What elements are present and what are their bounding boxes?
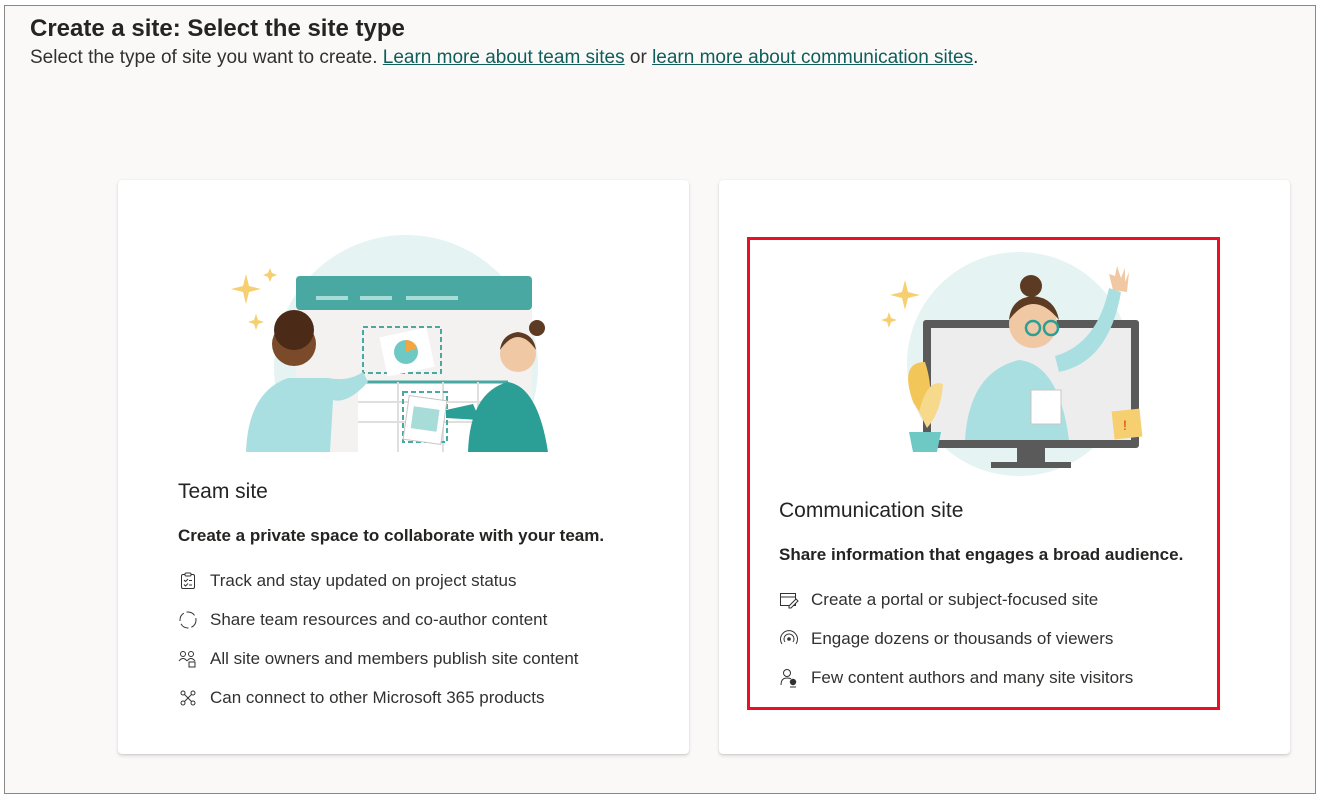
feature-item: Share team resources and co-author conte… (178, 600, 579, 639)
broadcast-icon (779, 629, 799, 649)
communication-site-features: Create a portal or subject-focused site … (779, 580, 1133, 697)
subtitle-or: or (624, 47, 653, 68)
learn-team-sites-link[interactable]: Learn more about team sites (383, 47, 625, 68)
feature-item: Engage dozens or thousands of viewers (779, 619, 1133, 658)
team-site-title: Team site (178, 480, 268, 503)
communication-site-title: Communication site (779, 499, 964, 522)
svg-text:!: ! (1123, 417, 1127, 433)
portal-edit-icon (779, 590, 799, 610)
communication-site-description: Share information that engages a broad a… (779, 545, 1184, 564)
page-title: Create a site: Select the site type (30, 15, 405, 42)
feature-label: Share team resources and co-author conte… (210, 609, 548, 629)
subtitle-prefix: Select the type of site you want to crea… (30, 47, 383, 68)
feature-item: Create a portal or subject-focused site (779, 580, 1133, 619)
communication-site-card[interactable]: ! Communication site Share information t… (719, 180, 1290, 754)
feature-item: Track and stay updated on project status (178, 561, 579, 600)
page-subtitle: Select the type of site you want to crea… (30, 47, 978, 69)
learn-comm-sites-link[interactable]: learn more about communication sites (652, 47, 973, 68)
sync-circle-icon (178, 610, 198, 630)
team-site-description: Create a private space to collaborate wi… (178, 526, 605, 545)
team-site-card[interactable]: Team site Create a private space to coll… (118, 180, 689, 754)
communication-site-illustration: ! (881, 252, 1143, 476)
people-network-icon (178, 649, 198, 669)
feature-label: All site owners and members publish site… (210, 648, 579, 668)
connect-nodes-icon (178, 688, 198, 708)
subtitle-suffix: . (973, 47, 979, 68)
feature-label: Few content authors and many site visito… (811, 667, 1134, 687)
team-site-features: Track and stay updated on project status… (178, 561, 579, 717)
feature-item: Few content authors and many site visito… (779, 658, 1133, 697)
team-site-illustration (218, 235, 598, 462)
checklist-icon (178, 571, 198, 591)
feature-label: Engage dozens or thousands of viewers (811, 628, 1114, 648)
feature-label: Track and stay updated on project status (210, 570, 517, 590)
feature-item: Can connect to other Microsoft 365 produ… (178, 678, 579, 717)
author-visitors-icon (779, 668, 799, 688)
feature-item: All site owners and members publish site… (178, 639, 579, 678)
feature-label: Can connect to other Microsoft 365 produ… (210, 687, 545, 707)
feature-label: Create a portal or subject-focused site (811, 589, 1099, 609)
